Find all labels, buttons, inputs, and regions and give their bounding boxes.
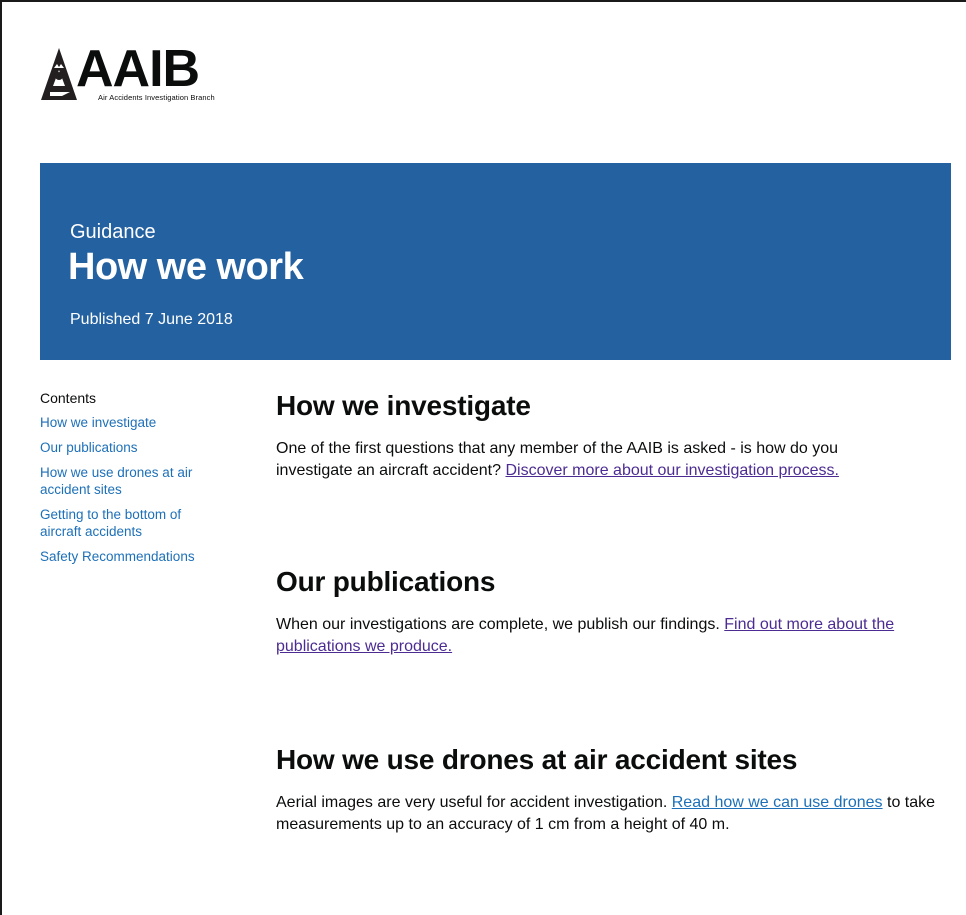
contents-link-getting-to-bottom[interactable]: Getting to the bottom of aircraft accide… bbox=[40, 506, 210, 540]
published-date: Published 7 June 2018 bbox=[70, 311, 233, 328]
section-heading: How we use drones at air accident sites bbox=[276, 744, 798, 775]
section-text: Aerial images are very useful for accide… bbox=[276, 794, 672, 811]
section-how-we-investigate: How we investigate One of the first ques… bbox=[276, 388, 916, 482]
contents-nav: Contents How we investigate Our publicat… bbox=[40, 390, 240, 573]
section-body: Aerial images are very useful for accide… bbox=[276, 792, 956, 836]
contents-link-our-publications[interactable]: Our publications bbox=[40, 439, 240, 456]
aaib-emblem-icon bbox=[41, 48, 77, 100]
page-title: How we work bbox=[68, 246, 304, 288]
logo-subtitle: Air Accidents Investigation Branch bbox=[98, 93, 215, 102]
contents-label: Contents bbox=[40, 390, 97, 406]
section-drones: How we use drones at air accident sites … bbox=[276, 742, 956, 836]
contents-link-drones[interactable]: How we use drones at air accident sites bbox=[40, 464, 215, 498]
section-heading: Our publications bbox=[276, 566, 496, 597]
document-type: Guidance bbox=[70, 221, 156, 243]
investigation-process-link[interactable]: Discover more about our investigation pr… bbox=[505, 462, 839, 479]
logo-wordmark: AAIB bbox=[76, 40, 200, 98]
section-body: When our investigations are complete, we… bbox=[276, 614, 956, 658]
drones-link[interactable]: Read how we can use drones bbox=[672, 794, 883, 811]
section-heading: How we investigate bbox=[276, 390, 531, 421]
page-header-banner: Guidance How we work Published 7 June 20… bbox=[40, 163, 951, 360]
section-our-publications: Our publications When our investigations… bbox=[276, 564, 956, 658]
section-body: One of the first questions that any memb… bbox=[276, 438, 916, 482]
contents-link-safety-recommendations[interactable]: Safety Recommendations bbox=[40, 548, 240, 565]
aaib-logo[interactable]: AAIB Air Accidents Investigation Branch bbox=[40, 40, 215, 102]
contents-link-how-we-investigate[interactable]: How we investigate bbox=[40, 414, 240, 431]
section-text: When our investigations are complete, we… bbox=[276, 616, 725, 633]
